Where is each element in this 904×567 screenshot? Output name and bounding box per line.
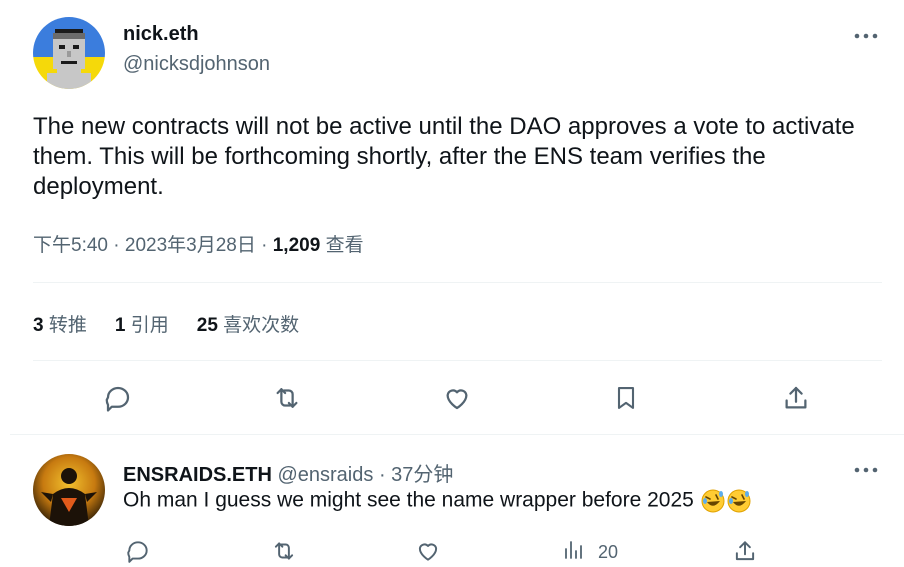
likes-stat[interactable]: 25 喜欢次数 [197, 310, 299, 337]
author-name[interactable]: nick.eth [123, 23, 199, 46]
reply-author-name[interactable]: ENSRAIDS.ETH [123, 464, 272, 486]
reply-actions: 20 [0, 534, 904, 564]
author-avatar[interactable] [33, 17, 105, 89]
reply-views-count: 20 [598, 542, 619, 562]
quotes-stat[interactable]: 1 引用 [115, 310, 169, 337]
share-icon[interactable] [732, 538, 758, 564]
author-handle[interactable]: @nicksdjohnson [123, 53, 270, 76]
bookmark-icon[interactable] [606, 378, 646, 418]
reply-icon[interactable] [125, 538, 151, 564]
retweets-stat[interactable]: 3 转推 [33, 310, 87, 337]
reply-header: ENSRAIDS.ETH @ensraids · 37分钟 [123, 458, 453, 487]
tweet-date[interactable]: 2023年3月28日 [125, 235, 256, 256]
divider [33, 360, 882, 361]
rolling-laughing-emoji [700, 488, 726, 514]
reply-avatar[interactable] [33, 454, 105, 526]
tweet-stats: 3 转推 1 引用 25 喜欢次数 [33, 310, 327, 337]
reply-text: Oh man I guess we might see the name wra… [123, 488, 694, 512]
tweet-time[interactable]: 下午5:40 [33, 235, 108, 256]
reply-icon[interactable] [98, 378, 138, 418]
tweet-meta: 下午5:40 · 2023年3月28日 · 1,209 查看 [33, 230, 364, 257]
views-label: 查看 [325, 235, 364, 256]
views-button[interactable]: 20 [562, 538, 618, 567]
views-icon [562, 538, 586, 567]
reply-separator: · [378, 464, 386, 486]
divider [33, 282, 882, 283]
retweet-icon[interactable] [270, 538, 298, 564]
retweet-icon[interactable] [267, 378, 307, 418]
meta-separator: · [261, 235, 268, 256]
tweet-detail: nick.eth @nicksdjohnson The new contract… [0, 0, 904, 565]
tweet-actions [0, 378, 904, 422]
reply-text-row: Oh man I guess we might see the name wra… [123, 488, 752, 514]
reply-author-handle[interactable]: @ensraids [277, 464, 373, 486]
share-icon[interactable] [776, 378, 816, 418]
more-icon[interactable] [852, 461, 880, 479]
section-separator [10, 434, 904, 435]
like-icon[interactable] [415, 538, 441, 564]
tweet-text: The new contracts will not be active unt… [33, 113, 855, 200]
more-icon[interactable] [852, 27, 880, 45]
reply-time[interactable]: 37分钟 [391, 464, 453, 486]
like-icon[interactable] [437, 378, 477, 418]
meta-separator: · [113, 235, 120, 256]
rolling-laughing-emoji [726, 488, 752, 514]
views-count: 1,209 [272, 235, 321, 256]
